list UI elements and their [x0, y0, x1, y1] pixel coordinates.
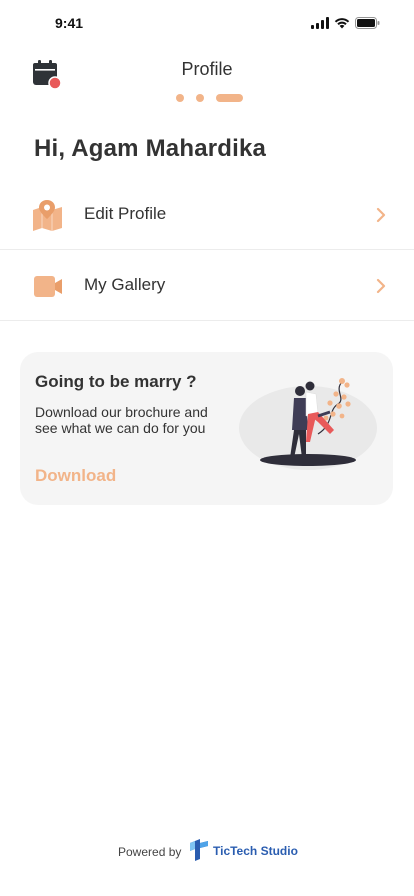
promo-text: Download our brochure and see what we ca… [35, 404, 208, 436]
status-time: 9:41 [55, 15, 84, 31]
chevron-right-icon [376, 207, 386, 223]
menu-item-label: My Gallery [84, 275, 166, 294]
promo-title: Going to be marry ? [35, 372, 197, 391]
page-indicator [176, 94, 243, 102]
download-link[interactable]: Download [35, 466, 116, 486]
battery-icon [355, 16, 380, 34]
map-pin-icon [32, 200, 63, 231]
promo-card: Going to be marry ? Download our brochur… [20, 352, 393, 505]
status-icons [311, 16, 380, 34]
chevron-right-icon [376, 278, 386, 294]
menu-item-my-gallery[interactable]: My Gallery [0, 251, 414, 321]
header: Profile [0, 46, 414, 106]
footer: Powered by TicTech Studio [0, 835, 414, 865]
menu-item-edit-profile[interactable]: Edit Profile [0, 180, 414, 250]
page-dot [176, 94, 184, 102]
footer-brand: TicTech Studio [213, 844, 298, 858]
page-dot [196, 94, 204, 102]
greeting: Hi, Agam Mahardika [34, 135, 267, 162]
couple-illustration [238, 372, 380, 472]
page-title: Profile [181, 59, 233, 79]
wifi-icon [334, 16, 350, 34]
page-dot-active [216, 94, 243, 102]
status-bar: 9:41 [0, 0, 414, 46]
tictech-logo-icon [188, 837, 210, 861]
signal-icon [311, 16, 329, 34]
menu-item-label: Edit Profile [84, 204, 167, 223]
powered-by-text: Powered by [118, 845, 182, 859]
video-camera-icon [32, 271, 63, 302]
